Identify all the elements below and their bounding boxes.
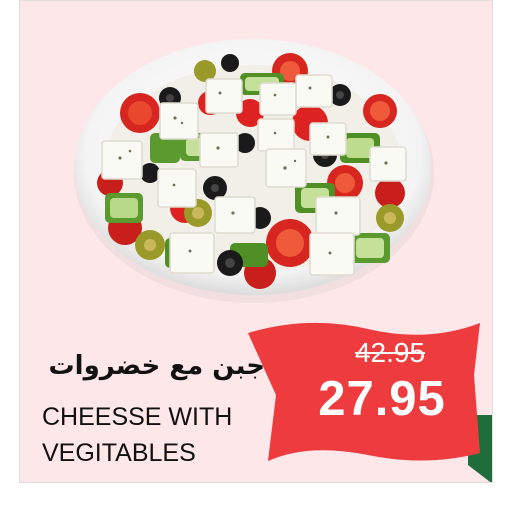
product-name-english: CHEESSE WITH VEGITABLES (42, 399, 282, 471)
salad-bowl-image (74, 39, 434, 303)
old-price: 42.95 (354, 337, 426, 368)
product-name-english-line2: VEGITABLES (42, 439, 196, 467)
new-price: 27.95 (318, 372, 446, 426)
offer-card: 42.95 27.95 جبن مع خضروات CHEESSE WITH V… (19, 0, 493, 483)
product-name-english-line1: CHEESSE WITH (42, 403, 233, 431)
product-name-arabic: جبن مع خضروات (48, 351, 265, 381)
